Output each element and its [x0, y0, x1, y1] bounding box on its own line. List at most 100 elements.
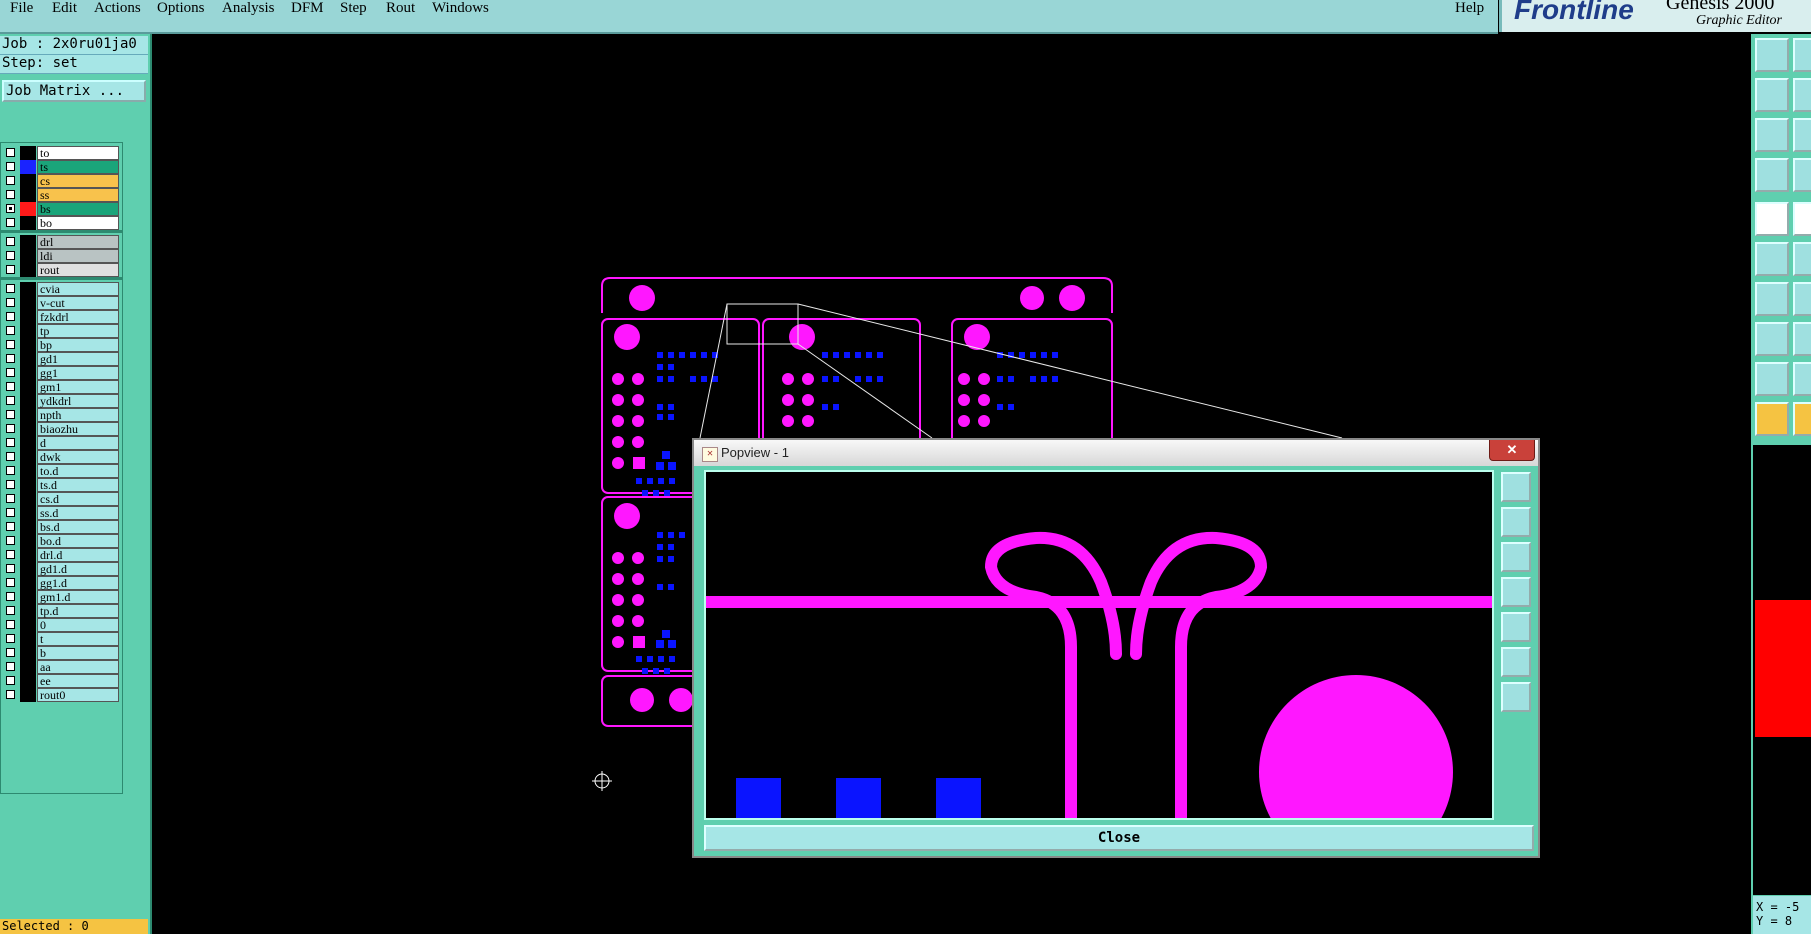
- layer-color-swatch[interactable]: [20, 436, 36, 450]
- layer-row-dwk[interactable]: dwk: [3, 450, 119, 464]
- layer-color-swatch[interactable]: [20, 263, 36, 277]
- layer-color-swatch[interactable]: [20, 324, 36, 338]
- menu-dfm[interactable]: DFM: [291, 0, 324, 17]
- layer-color-swatch[interactable]: [20, 366, 36, 380]
- toolbar-button[interactable]: [1793, 362, 1811, 396]
- layer-checkbox[interactable]: [6, 648, 15, 657]
- layer-name[interactable]: ee: [37, 674, 119, 688]
- layer-checkbox[interactable]: [6, 218, 15, 227]
- layer-color-swatch[interactable]: [20, 160, 36, 174]
- toolbar-save-icon[interactable]: [1755, 78, 1789, 112]
- layer-row-tp[interactable]: tp: [3, 324, 119, 338]
- layer-checkbox[interactable]: [6, 368, 15, 377]
- layer-color-swatch[interactable]: [20, 520, 36, 534]
- layer-name[interactable]: tp: [37, 324, 119, 338]
- layer-name[interactable]: bo.d: [37, 534, 119, 548]
- layer-row-npth[interactable]: npth: [3, 408, 119, 422]
- toolbar-angle-icon[interactable]: [1755, 282, 1789, 316]
- layer-checkbox[interactable]: [6, 438, 15, 447]
- layer-row-ts.d[interactable]: ts.d: [3, 478, 119, 492]
- layer-name[interactable]: v-cut: [37, 296, 119, 310]
- layer-color-swatch[interactable]: [20, 492, 36, 506]
- layer-checkbox[interactable]: [6, 410, 15, 419]
- menu-options[interactable]: Options: [157, 0, 205, 17]
- toolbar-button[interactable]: [1793, 78, 1811, 112]
- layer-row-cs.d[interactable]: cs.d: [3, 492, 119, 506]
- layer-name[interactable]: ts.d: [37, 478, 119, 492]
- layer-color-swatch[interactable]: [20, 450, 36, 464]
- layer-row-ss.d[interactable]: ss.d: [3, 506, 119, 520]
- layer-row-biaozhu[interactable]: biaozhu: [3, 422, 119, 436]
- layer-color-swatch[interactable]: [20, 464, 36, 478]
- layer-color-swatch[interactable]: [20, 202, 36, 216]
- layer-row-rout0[interactable]: rout0: [3, 688, 119, 702]
- menu-actions[interactable]: Actions: [94, 0, 141, 17]
- toolbar-button[interactable]: [1793, 402, 1811, 436]
- menu-file[interactable]: File: [10, 0, 33, 17]
- layer-checkbox[interactable]: [6, 284, 15, 293]
- layer-checkbox[interactable]: [6, 396, 15, 405]
- layer-name[interactable]: bo: [37, 216, 119, 230]
- layer-checkbox[interactable]: [6, 176, 15, 185]
- layer-color-swatch[interactable]: [20, 548, 36, 562]
- layer-color-swatch[interactable]: [20, 632, 36, 646]
- layer-checkbox[interactable]: [6, 564, 15, 573]
- layer-row-aa[interactable]: aa: [3, 660, 119, 674]
- layer-color-swatch[interactable]: [20, 188, 36, 202]
- layer-checkbox[interactable]: [6, 606, 15, 615]
- layer-name[interactable]: cs.d: [37, 492, 119, 506]
- layer-color-swatch[interactable]: [20, 660, 36, 674]
- layer-row-0[interactable]: 0: [3, 618, 119, 632]
- toolbar-button[interactable]: [1793, 38, 1811, 72]
- layer-name[interactable]: npth: [37, 408, 119, 422]
- layer-checkbox[interactable]: [6, 662, 15, 671]
- menu-rout[interactable]: Rout: [386, 0, 415, 17]
- layer-row-b[interactable]: b: [3, 646, 119, 660]
- layer-checkbox[interactable]: [6, 676, 15, 685]
- layer-checkbox[interactable]: [6, 620, 15, 629]
- layer-name[interactable]: ydkdrl: [37, 394, 119, 408]
- popview-pan-left-icon[interactable]: [1501, 577, 1531, 607]
- popview-titlebar[interactable]: ✕ Popview - 1 ✕: [694, 440, 1538, 466]
- layer-row-ss[interactable]: ss: [3, 188, 119, 202]
- popview-pan-right-icon[interactable]: [1501, 612, 1531, 642]
- layer-checkbox[interactable]: [6, 148, 15, 157]
- layer-checkbox[interactable]: [6, 354, 15, 363]
- layer-checkbox[interactable]: [6, 326, 15, 335]
- layer-row-ee[interactable]: ee: [3, 674, 119, 688]
- layer-row-gd1.d[interactable]: gd1.d: [3, 562, 119, 576]
- layer-checkbox[interactable]: [6, 494, 15, 503]
- toolbar-button[interactable]: [1793, 118, 1811, 152]
- layer-color-swatch[interactable]: [20, 576, 36, 590]
- menu-help[interactable]: Help: [1455, 0, 1484, 17]
- layer-name[interactable]: gm1.d: [37, 590, 119, 604]
- layer-name[interactable]: ss: [37, 188, 119, 202]
- layer-name[interactable]: d: [37, 436, 119, 450]
- layer-row-v-cut[interactable]: v-cut: [3, 296, 119, 310]
- layer-name[interactable]: 0: [37, 618, 119, 632]
- menu-analysis[interactable]: Analysis: [222, 0, 275, 17]
- layer-color-swatch[interactable]: [20, 235, 36, 249]
- layer-name[interactable]: to.d: [37, 464, 119, 478]
- toolbar-button[interactable]: [1793, 158, 1811, 192]
- layer-name[interactable]: t: [37, 632, 119, 646]
- layer-name[interactable]: gg1.d: [37, 576, 119, 590]
- layer-name[interactable]: ss.d: [37, 506, 119, 520]
- layer-name[interactable]: cs: [37, 174, 119, 188]
- layer-row-ydkdrl[interactable]: ydkdrl: [3, 394, 119, 408]
- layer-name[interactable]: drl: [37, 235, 119, 249]
- toolbar-measure-icon[interactable]: [1755, 362, 1789, 396]
- layer-color-swatch[interactable]: [20, 478, 36, 492]
- layer-color-swatch[interactable]: [20, 310, 36, 324]
- layer-color-swatch[interactable]: [20, 590, 36, 604]
- layer-row-gm1[interactable]: gm1: [3, 380, 119, 394]
- layer-row-bo[interactable]: bo: [3, 216, 119, 230]
- layer-row-tp.d[interactable]: tp.d: [3, 604, 119, 618]
- layer-checkbox[interactable]: [6, 550, 15, 559]
- toolbar-connect-icon[interactable]: [1755, 242, 1789, 276]
- layer-color-swatch[interactable]: [20, 506, 36, 520]
- layer-row-bo.d[interactable]: bo.d: [3, 534, 119, 548]
- layer-row-ts[interactable]: ts: [3, 160, 119, 174]
- layer-row-bs[interactable]: bs: [3, 202, 119, 216]
- layer-name[interactable]: gd1.d: [37, 562, 119, 576]
